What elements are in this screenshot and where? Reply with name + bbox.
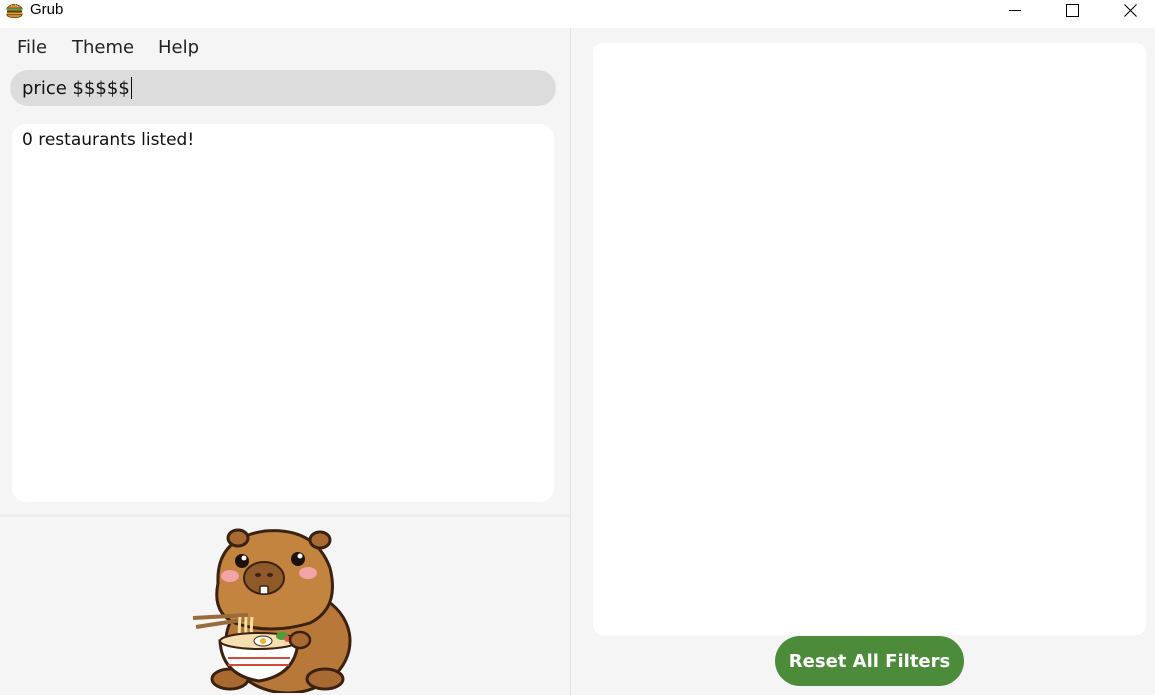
right-pane: Reset All Filters [571,28,1155,695]
menu-help[interactable]: Help [158,37,199,58]
burger-icon [5,3,24,18]
menu-file[interactable]: File [17,37,47,58]
window-title: Grub [30,1,64,18]
left-pane: File Theme Help price $$$$$ 0 restaurant… [0,28,570,695]
text-caret [130,77,132,99]
close-icon [1123,3,1137,17]
command-input[interactable]: price $$$$$ [10,70,556,106]
menu-theme[interactable]: Theme [72,37,134,58]
result-message: 0 restaurants listed! [22,130,195,150]
maximize-button[interactable] [1044,0,1100,20]
close-button[interactable] [1102,0,1155,20]
minimize-icon [1009,10,1021,11]
minimize-button[interactable] [987,0,1043,20]
pane-separator [0,514,570,517]
reset-all-filters-button[interactable]: Reset All Filters [775,636,964,686]
title-bar: Grub [0,0,1155,28]
restaurant-details-panel [593,43,1146,635]
result-display: 0 restaurants listed! [12,124,554,502]
capybara-eating-ramen-icon [192,528,352,693]
maximize-icon [1065,3,1079,17]
command-input-text: price $$$$$ [22,77,130,99]
